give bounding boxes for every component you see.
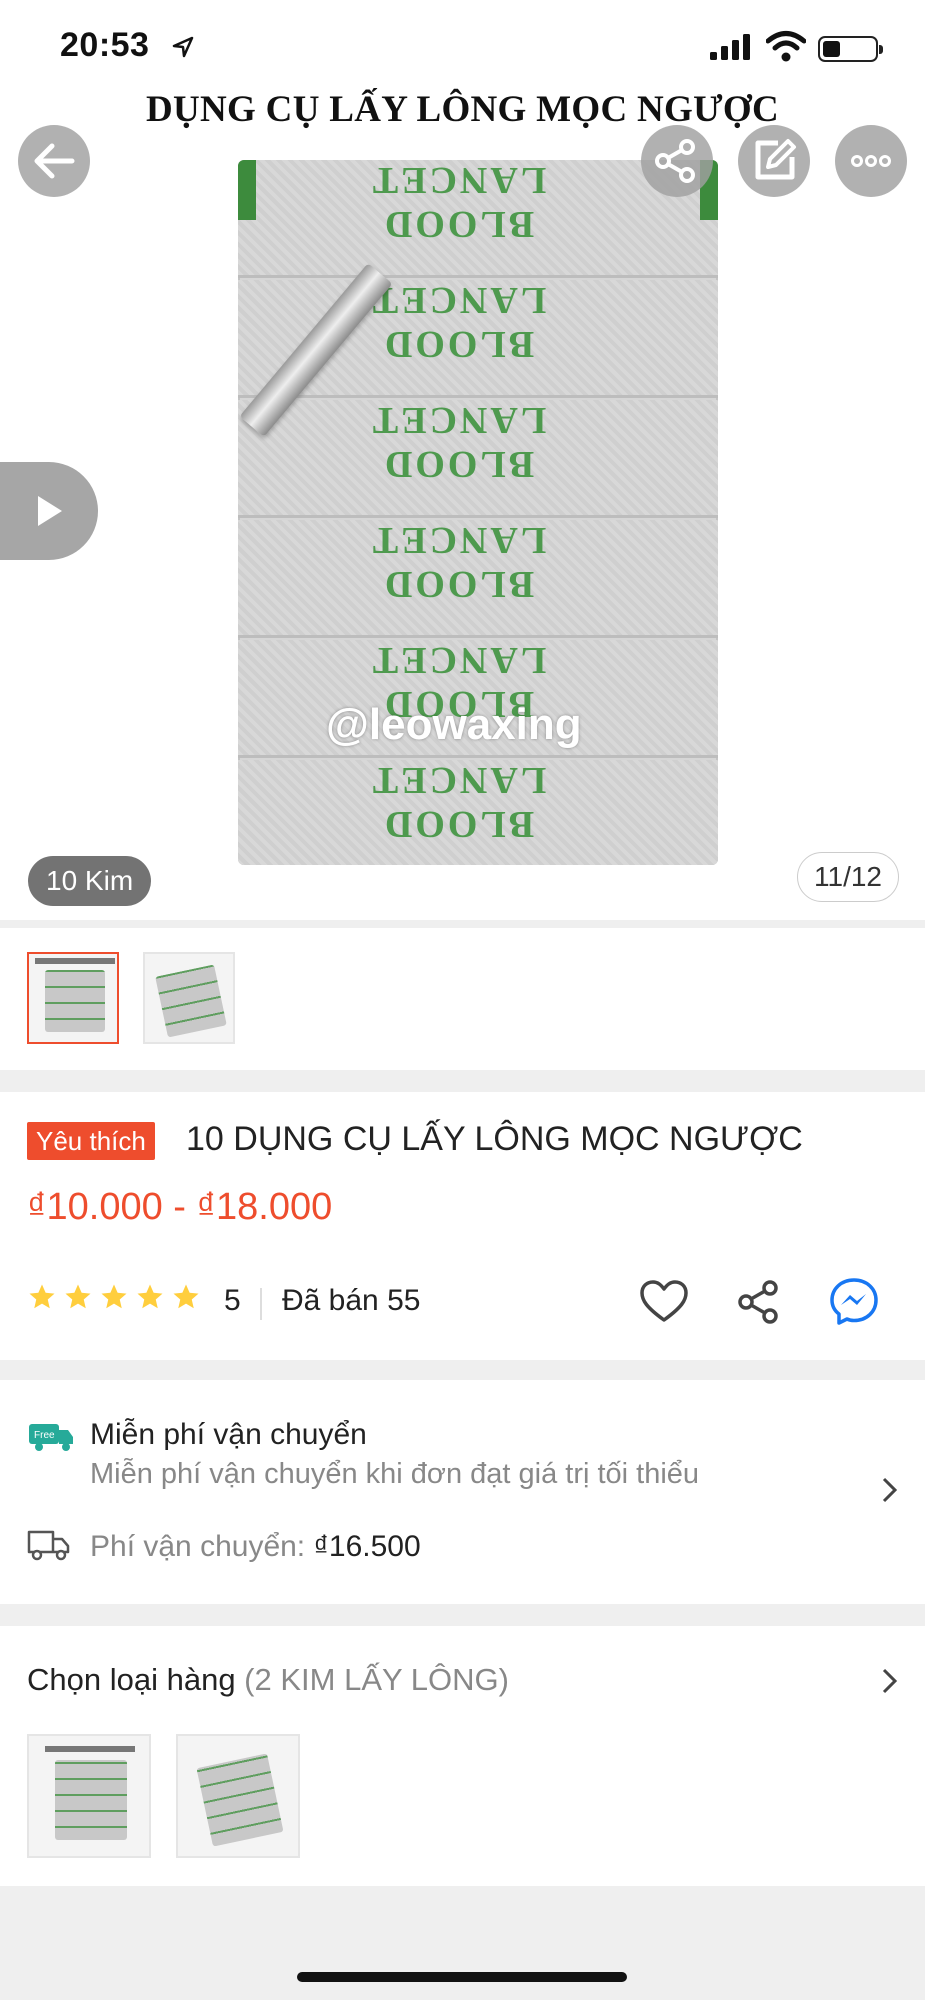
product-photo: BLOOD LANCET BLOOD LANCET BLOOD LANCET B… [238, 160, 718, 865]
image-counter: 11/12 [797, 852, 899, 902]
play-icon [38, 496, 62, 526]
variant-label: Chọn loại hàng [27, 1662, 236, 1697]
edit-icon [755, 139, 796, 180]
share-product-button[interactable] [732, 1274, 788, 1330]
package-label: BLOOD LANCET [369, 160, 547, 245]
free-shipping-subtitle: Miễn phí vận chuyển khi đơn đạt giá trị … [90, 1458, 700, 1490]
variant-option-1[interactable] [27, 1734, 151, 1858]
star-rating [27, 1282, 201, 1312]
shipping-section[interactable]: Free Miễn phí vận chuyển Miễn phí vận ch… [0, 1380, 925, 1604]
product-title: 10 DỤNG CỤ LẤY LÔNG MỌC NGƯỢC [186, 1120, 803, 1158]
play-video-button[interactable] [0, 462, 98, 560]
shipping-fee-label: Phí vận chuyển: [90, 1530, 314, 1563]
status-bar: 20:53 [0, 0, 925, 100]
variant-option-2[interactable] [176, 1734, 300, 1858]
messenger-share-button[interactable] [826, 1274, 882, 1330]
battery-icon [818, 36, 883, 62]
watermark: @leowaxing [326, 700, 582, 749]
arrow-left-icon [34, 143, 75, 179]
free-shipping-title: Miễn phí vận chuyển [90, 1418, 367, 1451]
price-range: ₫10.000 - ₫18.000 [27, 1186, 333, 1228]
product-info: Yêu thích 10 DỤNG CỤ LẤY LÔNG MỌC NGƯỢC … [0, 1092, 925, 1360]
share-icon [655, 139, 695, 183]
star-icon [173, 1284, 199, 1309]
chevron-right-icon [882, 1477, 898, 1503]
sold-count: Đã bán 55 [282, 1284, 421, 1317]
messenger-icon [830, 1278, 878, 1325]
favorite-badge: Yêu thích [27, 1122, 155, 1160]
product-image-carousel[interactable]: 20:53 DỤNG CỤ LẤY LÔNG MỌC NGƯỢC BLOOD L… [0, 0, 925, 920]
shipping-fee-value: ₫16.500 [313, 1530, 421, 1563]
back-button[interactable] [18, 125, 90, 197]
thumbnail-2[interactable] [143, 952, 235, 1044]
status-time: 20:53 [60, 26, 150, 64]
cellular-signal-icon [710, 34, 750, 60]
share-button[interactable] [641, 125, 713, 197]
star-icon [29, 1284, 55, 1309]
variant-selector[interactable]: Chọn loại hàng (2 KIM LẤY LÔNG) [0, 1626, 925, 1886]
star-icon [101, 1284, 127, 1309]
variant-tag: 10 Kim [28, 856, 152, 906]
rating-value: 5 [224, 1284, 241, 1317]
package-label: BLOOD LANCET [369, 399, 547, 485]
more-dots-icon [851, 155, 891, 167]
free-badge-text: Free [34, 1430, 55, 1441]
home-indicator[interactable] [297, 1972, 627, 1982]
thumbnail-1[interactable] [27, 952, 119, 1044]
like-button[interactable] [636, 1274, 692, 1330]
divider [260, 1288, 262, 1320]
variant-count: (2 KIM LẤY LÔNG) [235, 1662, 509, 1697]
free-shipping-truck-icon: Free [29, 1424, 73, 1451]
shipping-fee: Phí vận chuyển: ₫16.500 [90, 1530, 421, 1564]
heart-icon [640, 1280, 688, 1322]
star-icon [65, 1284, 91, 1309]
edit-button[interactable] [738, 125, 810, 197]
location-arrow-icon [172, 36, 194, 58]
chevron-right-icon [882, 1668, 898, 1694]
thumbnail-strip [0, 928, 925, 1070]
package-label: BLOOD LANCET [369, 759, 547, 845]
package-label: BLOOD LANCET [369, 519, 547, 605]
more-options-button[interactable] [835, 125, 907, 197]
star-icon [137, 1284, 163, 1309]
share-icon [738, 1280, 778, 1324]
variant-heading: Chọn loại hàng (2 KIM LẤY LÔNG) [27, 1662, 509, 1698]
wifi-icon [766, 31, 806, 62]
delivery-truck-icon [27, 1530, 70, 1561]
